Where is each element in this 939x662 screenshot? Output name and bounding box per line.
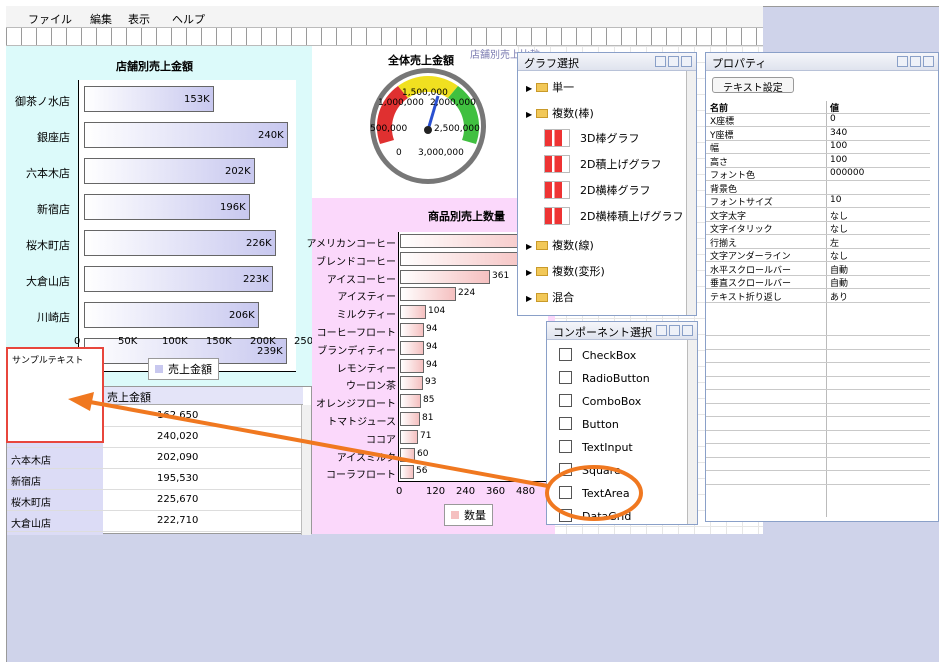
annotation-overlay <box>68 392 643 521</box>
